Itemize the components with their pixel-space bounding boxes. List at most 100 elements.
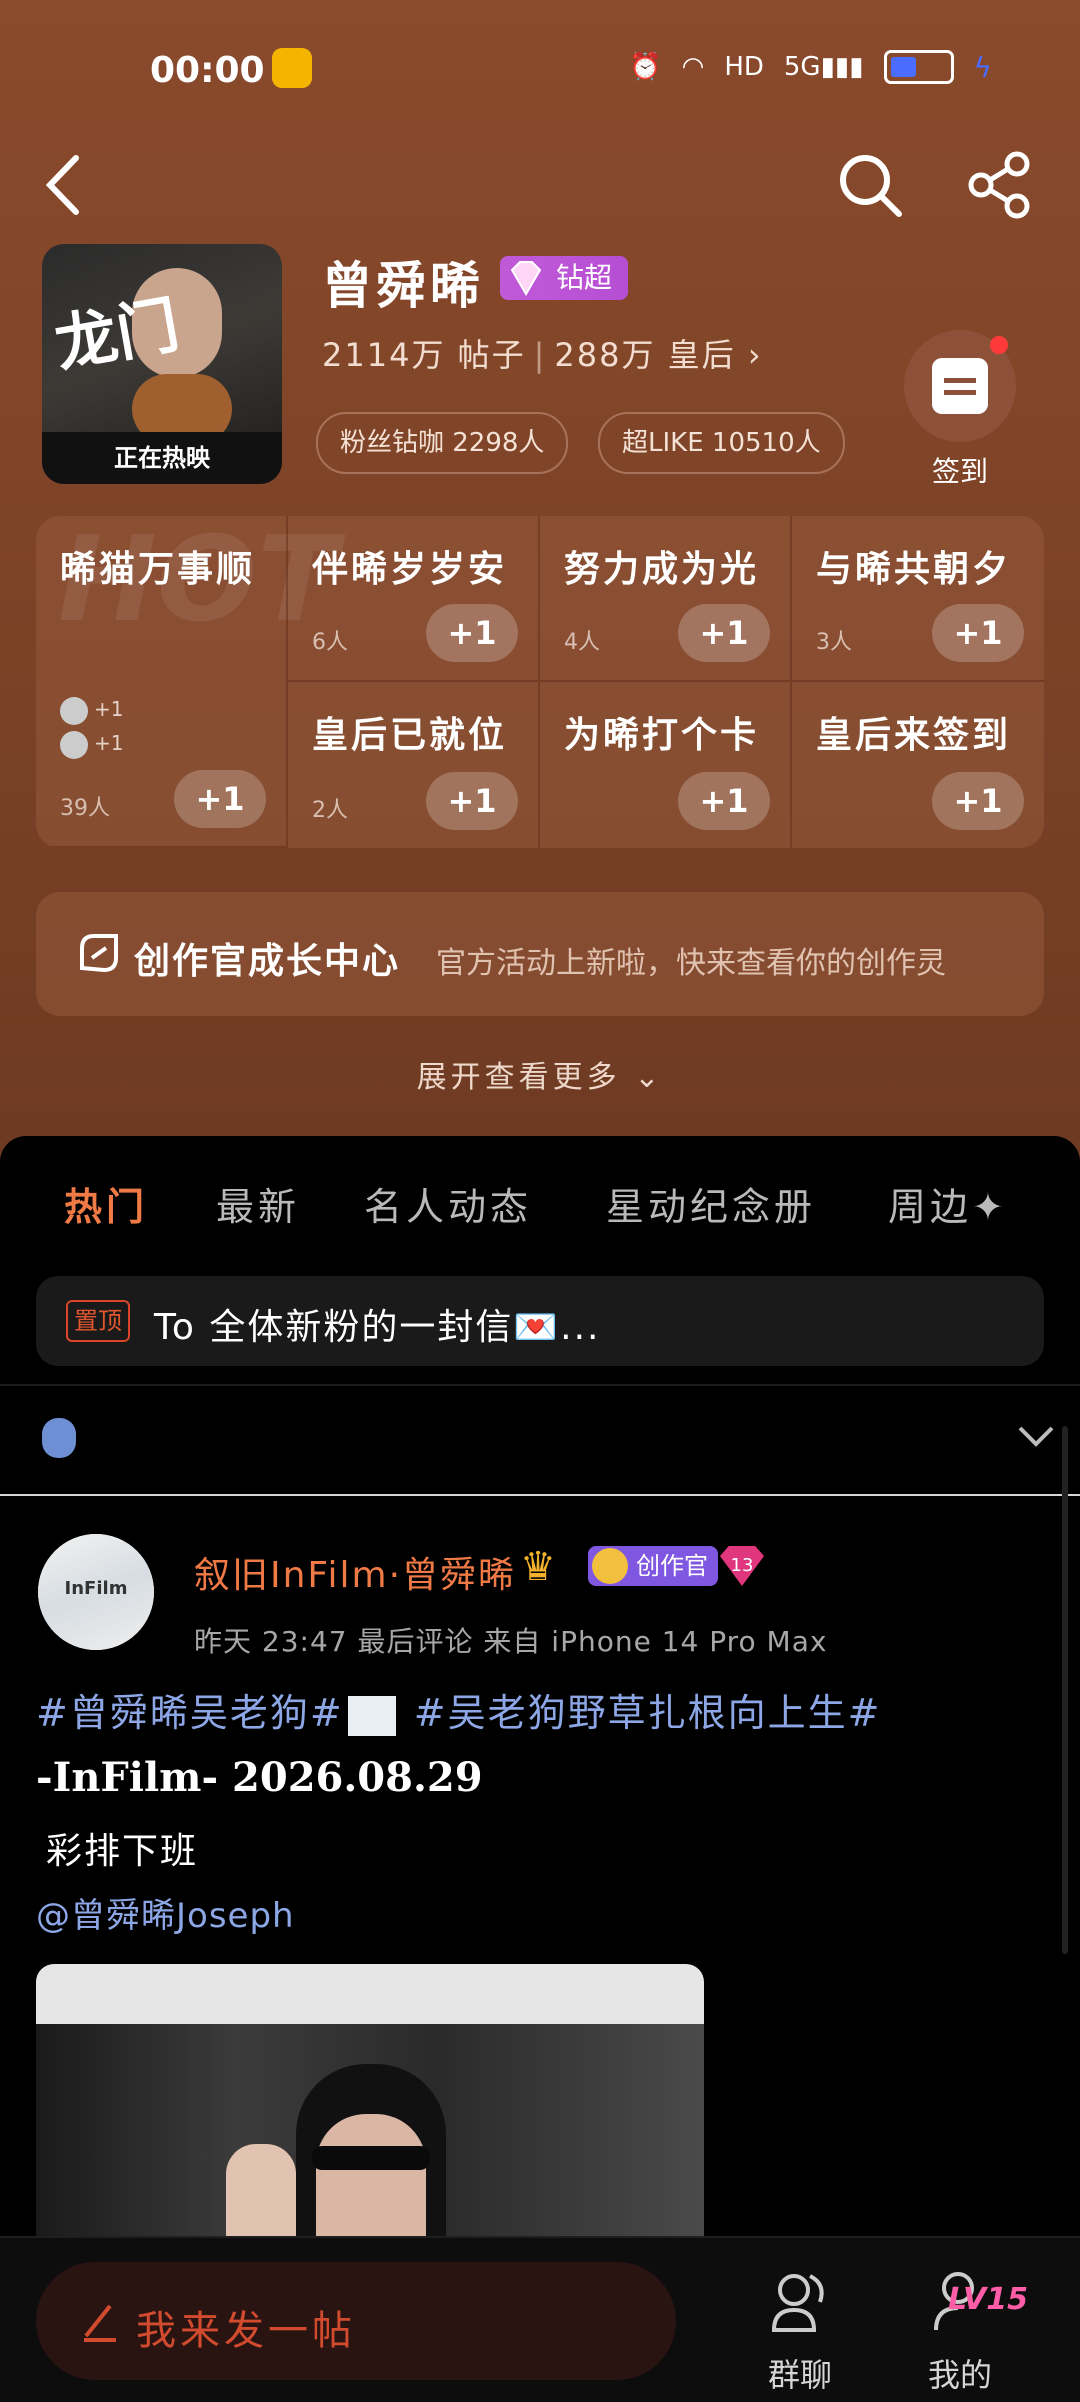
chevron-down-icon[interactable]: [1016, 1416, 1056, 1456]
checkin-topic-card[interactable]: 伴晞岁岁安 6人 +1: [288, 516, 540, 682]
plus-one-button[interactable]: +1: [426, 772, 518, 830]
checkin-topic-title: 晞猫万事顺: [60, 549, 256, 590]
post-text-line: -InFilm- 2026.08.29: [36, 1754, 483, 1801]
checkin-topic-title: 努力成为光: [564, 549, 760, 590]
tab-hot[interactable]: 热门: [64, 1176, 148, 1231]
pinned-tag: 置顶: [66, 1300, 130, 1342]
feed-tabs: 热门 最新 名人动态 星动纪念册 周边✦: [0, 1176, 1080, 1292]
compose-button[interactable]: 我来发一帖: [36, 2262, 676, 2380]
topic-stats[interactable]: 2114万 帖子 | 288万 皇后 ›: [322, 330, 763, 376]
collapsed-section[interactable]: [0, 1384, 1080, 1496]
creator-badge-label: 创作官: [636, 1552, 708, 1580]
creator-pen-icon: [80, 934, 118, 973]
checkin-count: 3人: [816, 630, 852, 655]
post-photo[interactable]: [36, 1964, 704, 2264]
charging-icon: ϟ: [973, 50, 992, 84]
creator-badge[interactable]: 创作官: [588, 1546, 718, 1586]
plus-one-button[interactable]: +1: [932, 604, 1024, 662]
hashtag-link[interactable]: #吴老狗野草扎根向上生#: [414, 1691, 882, 1735]
post-text-line: 彩排下班: [46, 1831, 199, 1872]
super-badge-label: 钻超: [556, 261, 613, 294]
tab-merch[interactable]: 周边✦: [888, 1176, 1008, 1231]
bottom-bar: 我来发一帖 群聊 LV15 我的: [0, 2236, 1080, 2402]
post-meta: 昨天 23:47 最后评论 来自 iPhone 14 Pro Max: [194, 1625, 828, 1658]
chevron-right-icon: ›: [747, 336, 763, 374]
creator-center-title: 创作官成长中心: [134, 941, 401, 982]
posts-count: 2114万 帖子: [322, 336, 526, 374]
alarm-icon: ⏰: [629, 52, 662, 82]
signal-icon: 5G▮▮▮: [783, 52, 864, 82]
checkin-topic-card[interactable]: 皇后来签到 +1: [792, 682, 1044, 848]
creator-center-subtitle: 官方活动上新啦，快来查看你的创作灵: [436, 946, 946, 981]
plus-one-button[interactable]: +1: [932, 772, 1024, 830]
signin-button[interactable]: [904, 330, 1016, 442]
pinned-text: To 全体新粉的一封信💌...: [154, 1307, 601, 1348]
plus-one-button[interactable]: +1: [678, 772, 770, 830]
checkin-topic-title: 皇后已就位: [312, 715, 508, 756]
checkin-topic-card[interactable]: 与晞共朝夕 3人 +1: [792, 516, 1044, 682]
avatar: [60, 696, 88, 725]
group-chat-label: 群聊: [767, 2356, 832, 2394]
share-icon[interactable]: [965, 150, 1035, 220]
status-time: 00:00: [150, 50, 265, 91]
creator-center-banner[interactable]: 创作官成长中心 官方活动上新啦，快来查看你的创作灵: [36, 892, 1044, 1016]
wifi-icon: ◠: [681, 52, 705, 82]
poster-banner: 正在热映: [42, 432, 282, 484]
chevron-down-icon: ⌄: [634, 1060, 664, 1095]
checkin-count: 2人: [312, 798, 348, 823]
checkin-topic-card[interactable]: 努力成为光 4人 +1: [540, 516, 792, 682]
checkin-avatars: +1 +1: [60, 692, 123, 760]
hashtag-link[interactable]: #曾舜晞吴老狗#: [36, 1691, 344, 1735]
level-badge: 13: [720, 1546, 764, 1586]
checkin-topic-card[interactable]: 为晞打个卡 +1: [540, 682, 792, 848]
scrollbar[interactable]: [1062, 1426, 1068, 1954]
checkin-topic-title: 与晞共朝夕: [816, 549, 1012, 590]
tab-star-album[interactable]: 星动纪念册: [606, 1176, 816, 1231]
pinned-post[interactable]: 置顶 To 全体新粉的一封信💌...: [36, 1276, 1044, 1366]
back-icon[interactable]: [36, 150, 96, 220]
fans-chip[interactable]: 粉丝钻咖 2298人: [316, 412, 569, 474]
checkin-topic-card[interactable]: 皇后已就位 2人 +1: [288, 682, 540, 848]
user-avatar-icon: [42, 1418, 76, 1458]
post-hashtags: #曾舜晞吴老狗# #吴老狗野草扎根向上生#: [36, 1682, 881, 1737]
checkin-topic-grid: HOT 晞猫万事顺 +1 +1 39人 +1 伴晞岁岁安 6人 +1 努力成为光…: [36, 516, 1044, 848]
super-topic-header: 00:00 ⏰ ◠ HD 5G▮▮▮ ϟ 龙门 正在热映 曾舜晞 钻超 2114…: [0, 0, 1080, 1160]
level-label: LV15: [948, 2282, 1028, 2317]
compose-label: 我来发一帖: [136, 2308, 356, 2354]
post-author-name[interactable]: 叙旧InFilm·曾舜晞: [194, 1546, 516, 1598]
post-author-avatar[interactable]: InFilm: [38, 1534, 154, 1650]
topic-name: 曾舜晞: [322, 257, 484, 315]
checkin-topic-card[interactable]: 晞猫万事顺 +1 +1 39人 +1: [36, 516, 288, 848]
checkin-topic-title: 为晞打个卡: [564, 715, 760, 756]
pen-icon: [84, 2304, 116, 2342]
diamond-icon: [510, 261, 542, 296]
battery-level: [890, 57, 916, 77]
weibo-app-icon: [272, 48, 312, 88]
tab-latest[interactable]: 最新: [216, 1176, 300, 1231]
status-icons: ⏰ ◠ HD 5G▮▮▮ ϟ: [629, 50, 992, 84]
crown-icon: ♛: [520, 1544, 556, 1590]
fans-group-count: 288万 皇后: [554, 336, 736, 374]
like-chip[interactable]: 超LIKE 10510人: [598, 412, 845, 474]
notification-dot: [990, 336, 1008, 354]
avatar: [60, 730, 88, 759]
expand-more-button[interactable]: 展开查看更多 ⌄: [0, 1052, 1080, 1096]
photo-sunglasses: [312, 2146, 430, 2170]
mine-label: 我的: [927, 2356, 992, 2394]
avatar-plus-label: +1: [94, 731, 124, 755]
calendar-icon: [932, 358, 988, 414]
topic-poster[interactable]: 龙门 正在热映: [42, 244, 282, 484]
plus-one-button[interactable]: +1: [426, 604, 518, 662]
stats-divider: |: [533, 336, 547, 374]
search-icon[interactable]: [835, 150, 905, 220]
super-badge[interactable]: 钻超: [500, 256, 629, 300]
checkin-count: 4人: [564, 630, 600, 655]
post-mention[interactable]: @曾舜晞Joseph: [36, 1888, 295, 1937]
checkin-topic-title: 伴晞岁岁安: [312, 549, 508, 590]
expand-more-label: 展开查看更多: [416, 1060, 621, 1095]
plus-one-button[interactable]: +1: [678, 604, 770, 662]
plus-one-button[interactable]: +1: [174, 770, 266, 828]
feed-panel: 热门 最新 名人动态 星动纪念册 周边✦ 置顶 To 全体新粉的一封信💌... …: [0, 1136, 1080, 2400]
tab-celebrity-news[interactable]: 名人动态: [364, 1176, 532, 1231]
avatar-label: InFilm: [64, 1578, 128, 1599]
